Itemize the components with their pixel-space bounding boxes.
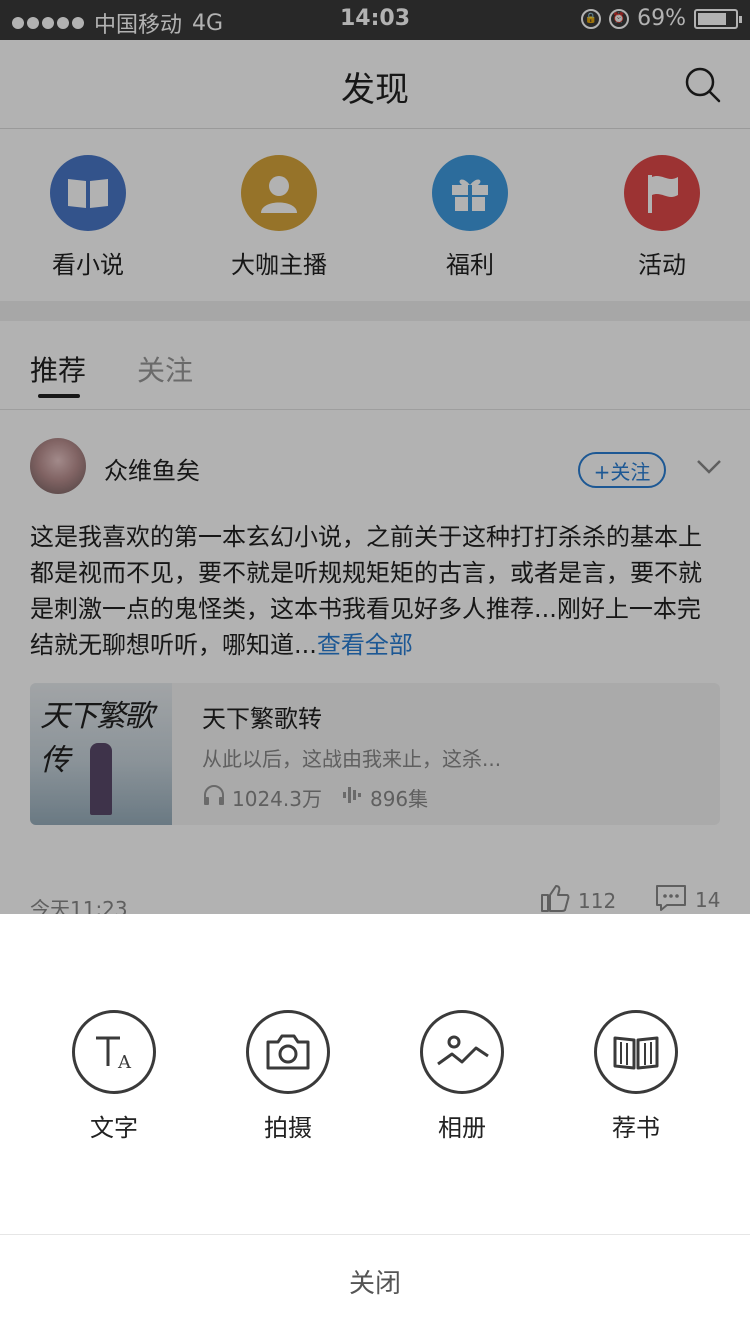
modal-backdrop[interactable] xyxy=(0,0,750,914)
action-label: 文字 xyxy=(90,1114,138,1142)
action-label: 荐书 xyxy=(612,1114,660,1142)
camera-icon xyxy=(246,1010,330,1094)
publish-album-button[interactable]: 相册 xyxy=(402,1010,522,1143)
photo-album-icon xyxy=(420,1010,504,1094)
action-label: 拍摄 xyxy=(264,1114,312,1142)
close-button[interactable]: 关闭 xyxy=(0,1235,750,1334)
text-icon: A xyxy=(72,1010,156,1094)
publish-recommend-book-button[interactable]: 荐书 xyxy=(576,1010,696,1143)
recommend-book-icon xyxy=(594,1010,678,1094)
svg-text:A: A xyxy=(117,1052,132,1073)
action-label: 相册 xyxy=(438,1114,486,1142)
publish-text-button[interactable]: A 文字 xyxy=(54,1010,174,1143)
publish-camera-button[interactable]: 拍摄 xyxy=(228,1010,348,1143)
publish-sheet: A 文字 拍摄 相册 荐书 关闭 xyxy=(0,914,750,1334)
